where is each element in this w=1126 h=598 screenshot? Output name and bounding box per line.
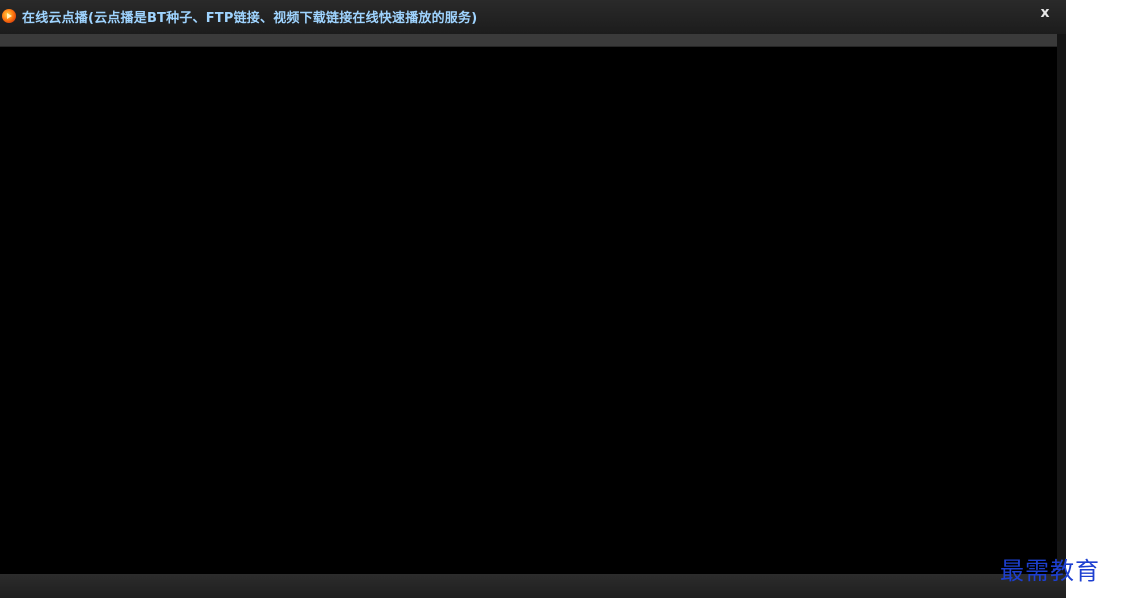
toolbar-strip xyxy=(0,34,1058,47)
title-bar[interactable]: 在线云点播(云点播是BT种子、FTP链接、视频下载链接在线快速播放的服务) x xyxy=(0,0,1066,34)
window-title: 在线云点播(云点播是BT种子、FTP链接、视频下载链接在线快速播放的服务) xyxy=(22,11,478,26)
video-content-area[interactable] xyxy=(0,47,1057,574)
play-logo-icon xyxy=(2,9,16,23)
close-button[interactable]: x xyxy=(1030,3,1060,23)
cloud-player-window: 在线云点播(云点播是BT种子、FTP链接、视频下载链接在线快速播放的服务) x xyxy=(0,0,1066,598)
window-right-border xyxy=(1057,34,1066,598)
watermark-text: 最需教育 xyxy=(1000,557,1100,585)
status-bar xyxy=(0,574,1066,598)
